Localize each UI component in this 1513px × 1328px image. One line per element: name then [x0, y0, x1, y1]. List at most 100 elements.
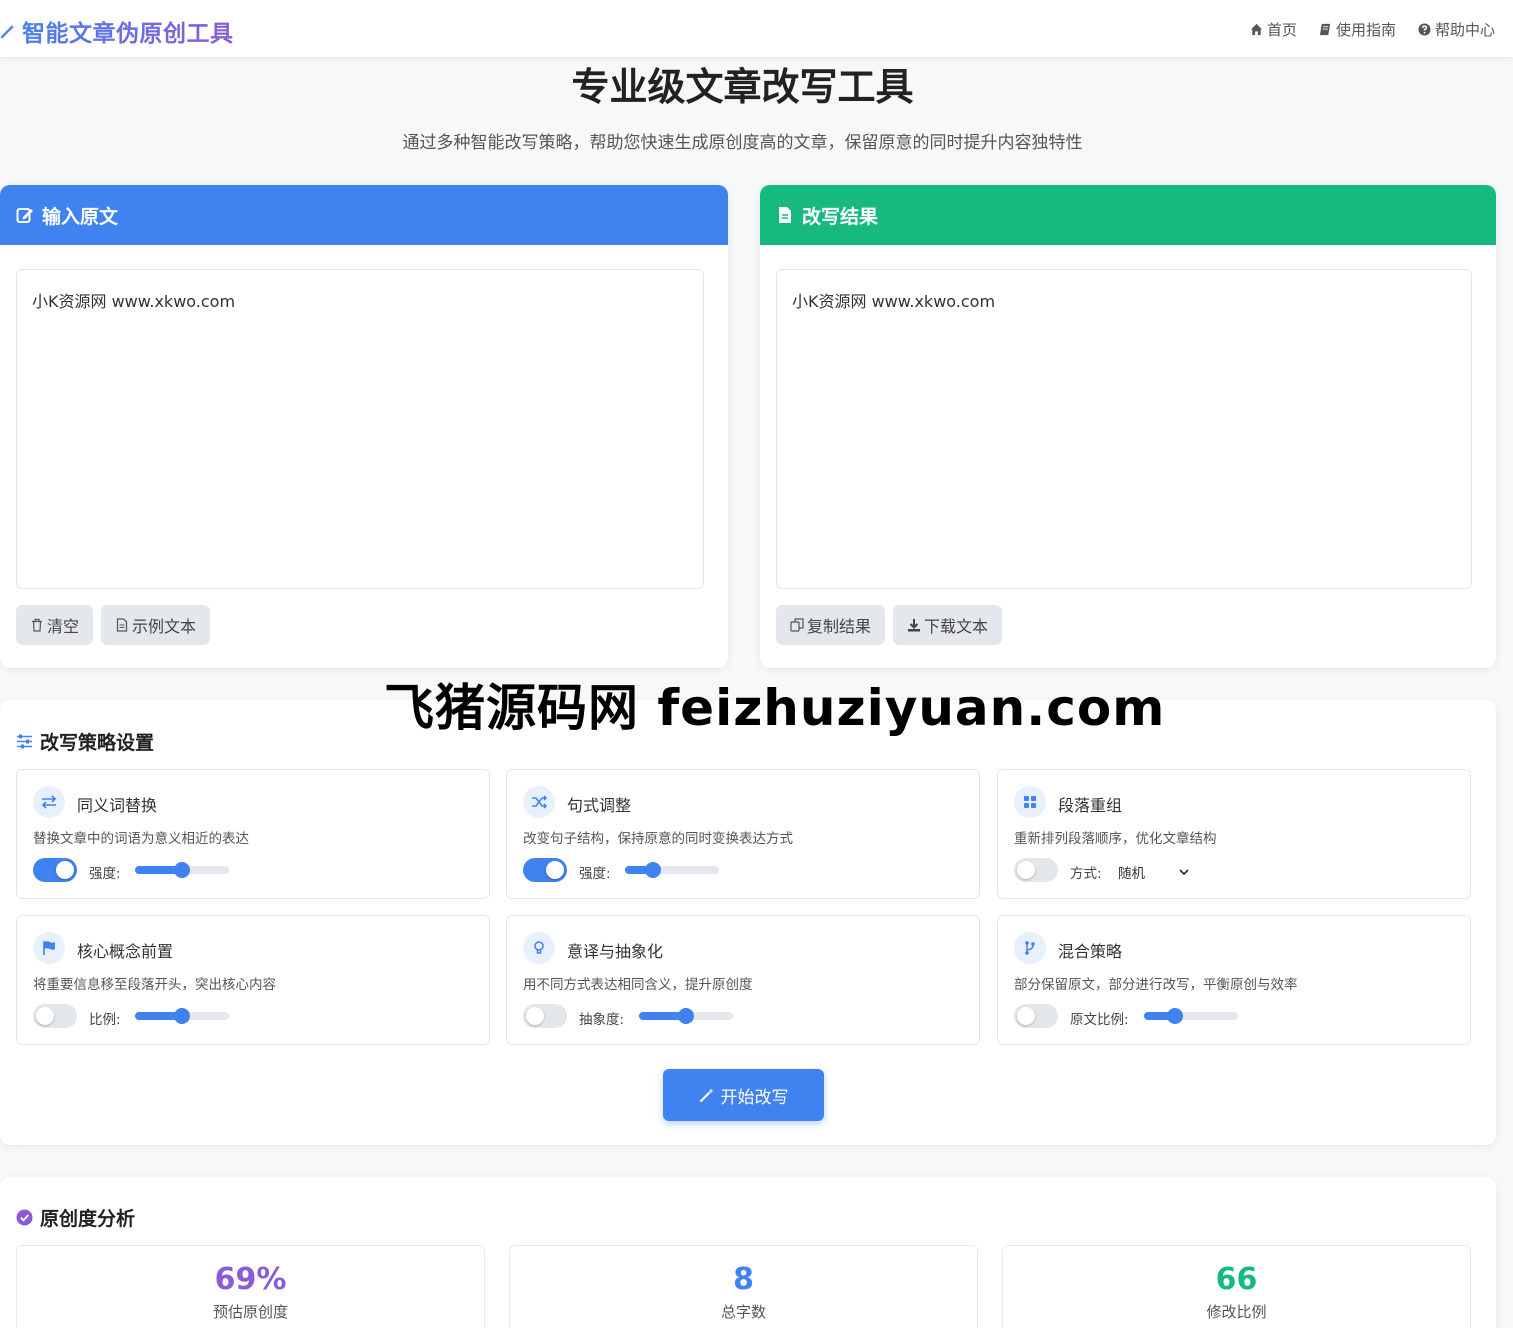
top-navbar: 智能文章伪原创工具 首页 使用指南 帮助中心: [0, 0, 1513, 57]
select-value: 随机: [1118, 866, 1145, 882]
card-title: 句式调整: [567, 796, 632, 815]
shuffle-icon: [532, 795, 547, 809]
output-panel-header: 改写结果: [760, 185, 1496, 245]
result-text-output[interactable]: 小K资源网 www.xkwo.com: [776, 269, 1472, 589]
stat-label: 修改比例: [1206, 1303, 1267, 1321]
check-circle-icon: [16, 1209, 33, 1226]
card-description: 部分保留原文，部分进行改写，平衡原创与效率: [1014, 977, 1298, 993]
sliders-icon: [17, 734, 32, 749]
start-rewrite-button[interactable]: 开始改写: [663, 1069, 824, 1121]
nav-item-help[interactable]: 帮助中心: [1418, 19, 1495, 40]
input-panel-title: 输入原文: [42, 205, 119, 228]
strategy-card-hybrid: 混合策略 部分保留原文，部分进行改写，平衡原创与效率 原文比例:: [997, 915, 1471, 1045]
main-nav: 首页 使用指南 帮助中心: [1250, 19, 1495, 40]
stat-label: 预估原创度: [212, 1303, 288, 1321]
file-text-icon: [116, 618, 128, 632]
stat-originality: 69% 预估原创度: [16, 1245, 485, 1328]
card-description: 用不同方式表达相同含义，提升原创度: [523, 977, 753, 993]
original-ratio-slider[interactable]: [1144, 1008, 1238, 1024]
control-label: 比例:: [89, 1012, 121, 1028]
source-text-input[interactable]: 小K资源网 www.xkwo.com: [16, 269, 704, 589]
nav-label: 使用指南: [1335, 21, 1396, 39]
stat-value: 69%: [214, 1262, 287, 1297]
hybrid-toggle[interactable]: [1014, 1004, 1058, 1028]
download-text-button[interactable]: 下载文本: [893, 605, 1003, 645]
paragraph-mode-select[interactable]: 随机: [1118, 862, 1190, 882]
copy-label: 复制结果: [807, 617, 872, 636]
control-label: 强度:: [579, 866, 611, 882]
magic-wand-icon: [0, 24, 15, 39]
sentence-strength-slider[interactable]: [625, 862, 719, 878]
download-label: 下载文本: [924, 617, 989, 636]
strategy-title-label: 改写策略设置: [40, 732, 155, 754]
sample-text-button[interactable]: 示例文本: [101, 605, 211, 645]
brand[interactable]: 智能文章伪原创工具: [0, 14, 234, 48]
watermark-text: 飞猪源码网 feizhuziyuan.com: [384, 679, 1166, 737]
card-title: 核心概念前置: [77, 942, 174, 961]
trash-icon: [32, 618, 42, 632]
input-panel: 输入原文 小K资源网 www.xkwo.com 清空 示例文本: [0, 185, 728, 668]
card-description: 替换文章中的词语为意义相近的表达: [33, 831, 249, 847]
brand-title: 智能文章伪原创工具: [22, 14, 234, 48]
control-label: 强度:: [89, 866, 121, 882]
nav-item-home[interactable]: 首页: [1250, 19, 1297, 40]
paraphrase-toggle[interactable]: [523, 1004, 567, 1028]
strategy-card-core-concept: 核心概念前置 将重要信息移至段落开头，突出核心内容 比例:: [16, 915, 490, 1045]
output-panel: 改写结果 小K资源网 www.xkwo.com 复制结果 下载文本: [760, 185, 1496, 668]
stat-value: 8: [733, 1262, 754, 1297]
book-icon: [1319, 23, 1331, 36]
card-title: 段落重组: [1058, 796, 1123, 815]
abstraction-slider[interactable]: [639, 1008, 733, 1024]
sentence-toggle[interactable]: [523, 858, 567, 882]
magic-wand-icon: [699, 1088, 714, 1103]
lightbulb-icon: [534, 941, 544, 954]
flag-icon: [43, 941, 55, 955]
document-icon: [779, 207, 791, 223]
stat-value: 66: [1215, 1262, 1258, 1297]
paragraph-toggle[interactable]: [1014, 858, 1058, 882]
input-panel-header: 输入原文: [0, 185, 728, 245]
stat-label: 总字数: [720, 1303, 766, 1321]
copy-result-button[interactable]: 复制结果: [776, 605, 886, 645]
clear-label: 清空: [47, 617, 80, 636]
chevron-down-icon: [1179, 869, 1189, 876]
analysis-section-title: 原创度分析: [16, 1204, 135, 1231]
card-description: 将重要信息移至段落开头，突出核心内容: [33, 977, 276, 993]
copy-icon: [790, 618, 804, 632]
strategy-card-paragraph: 段落重组 重新排列段落顺序，优化文章结构 方式: 随机: [997, 769, 1471, 899]
page-title: 专业级文章改写工具: [571, 65, 914, 109]
question-circle-icon: [1418, 23, 1431, 36]
stat-modify-ratio: 66 修改比例: [1002, 1245, 1471, 1328]
strategy-card-paraphrase: 意译与抽象化 用不同方式表达相同含义，提升原创度 抽象度:: [506, 915, 980, 1045]
control-label: 方式:: [1070, 866, 1102, 882]
strategy-card-synonym: 同义词替换 替换文章中的词语为意义相近的表达 强度:: [16, 769, 490, 899]
control-label: 抽象度:: [579, 1012, 625, 1028]
download-icon: [908, 619, 921, 632]
synonym-strength-slider[interactable]: [135, 862, 229, 878]
card-description: 改变句子结构，保持原意的同时变换表达方式: [523, 831, 793, 847]
nav-label: 首页: [1266, 21, 1297, 39]
card-title: 意译与抽象化: [567, 942, 664, 961]
edit-icon: [16, 208, 33, 223]
nav-item-guide[interactable]: 使用指南: [1319, 19, 1396, 40]
core-concept-toggle[interactable]: [33, 1004, 77, 1028]
strategy-card-sentence: 句式调整 改变句子结构，保持原意的同时变换表达方式 强度:: [506, 769, 980, 899]
synonym-toggle[interactable]: [33, 858, 77, 882]
grid-icon: [1024, 796, 1036, 808]
clear-button[interactable]: 清空: [16, 605, 94, 645]
core-concept-ratio-slider[interactable]: [135, 1008, 229, 1024]
card-description: 重新排列段落顺序，优化文章结构: [1014, 831, 1217, 847]
output-panel-title: 改写结果: [802, 205, 879, 228]
control-label: 原文比例:: [1070, 1012, 1129, 1028]
card-title: 混合策略: [1058, 942, 1123, 961]
code-branch-icon: [1025, 941, 1035, 955]
sample-label: 示例文本: [132, 617, 197, 636]
stat-word-count: 8 总字数: [509, 1245, 978, 1328]
exchange-icon: [41, 795, 57, 809]
analysis-title-label: 原创度分析: [40, 1208, 136, 1230]
home-icon: [1250, 23, 1263, 36]
card-title: 同义词替换: [77, 796, 158, 815]
strategy-section-title: 改写策略设置: [16, 728, 154, 755]
nav-label: 帮助中心: [1434, 21, 1495, 39]
start-rewrite-label: 开始改写: [720, 1087, 789, 1108]
